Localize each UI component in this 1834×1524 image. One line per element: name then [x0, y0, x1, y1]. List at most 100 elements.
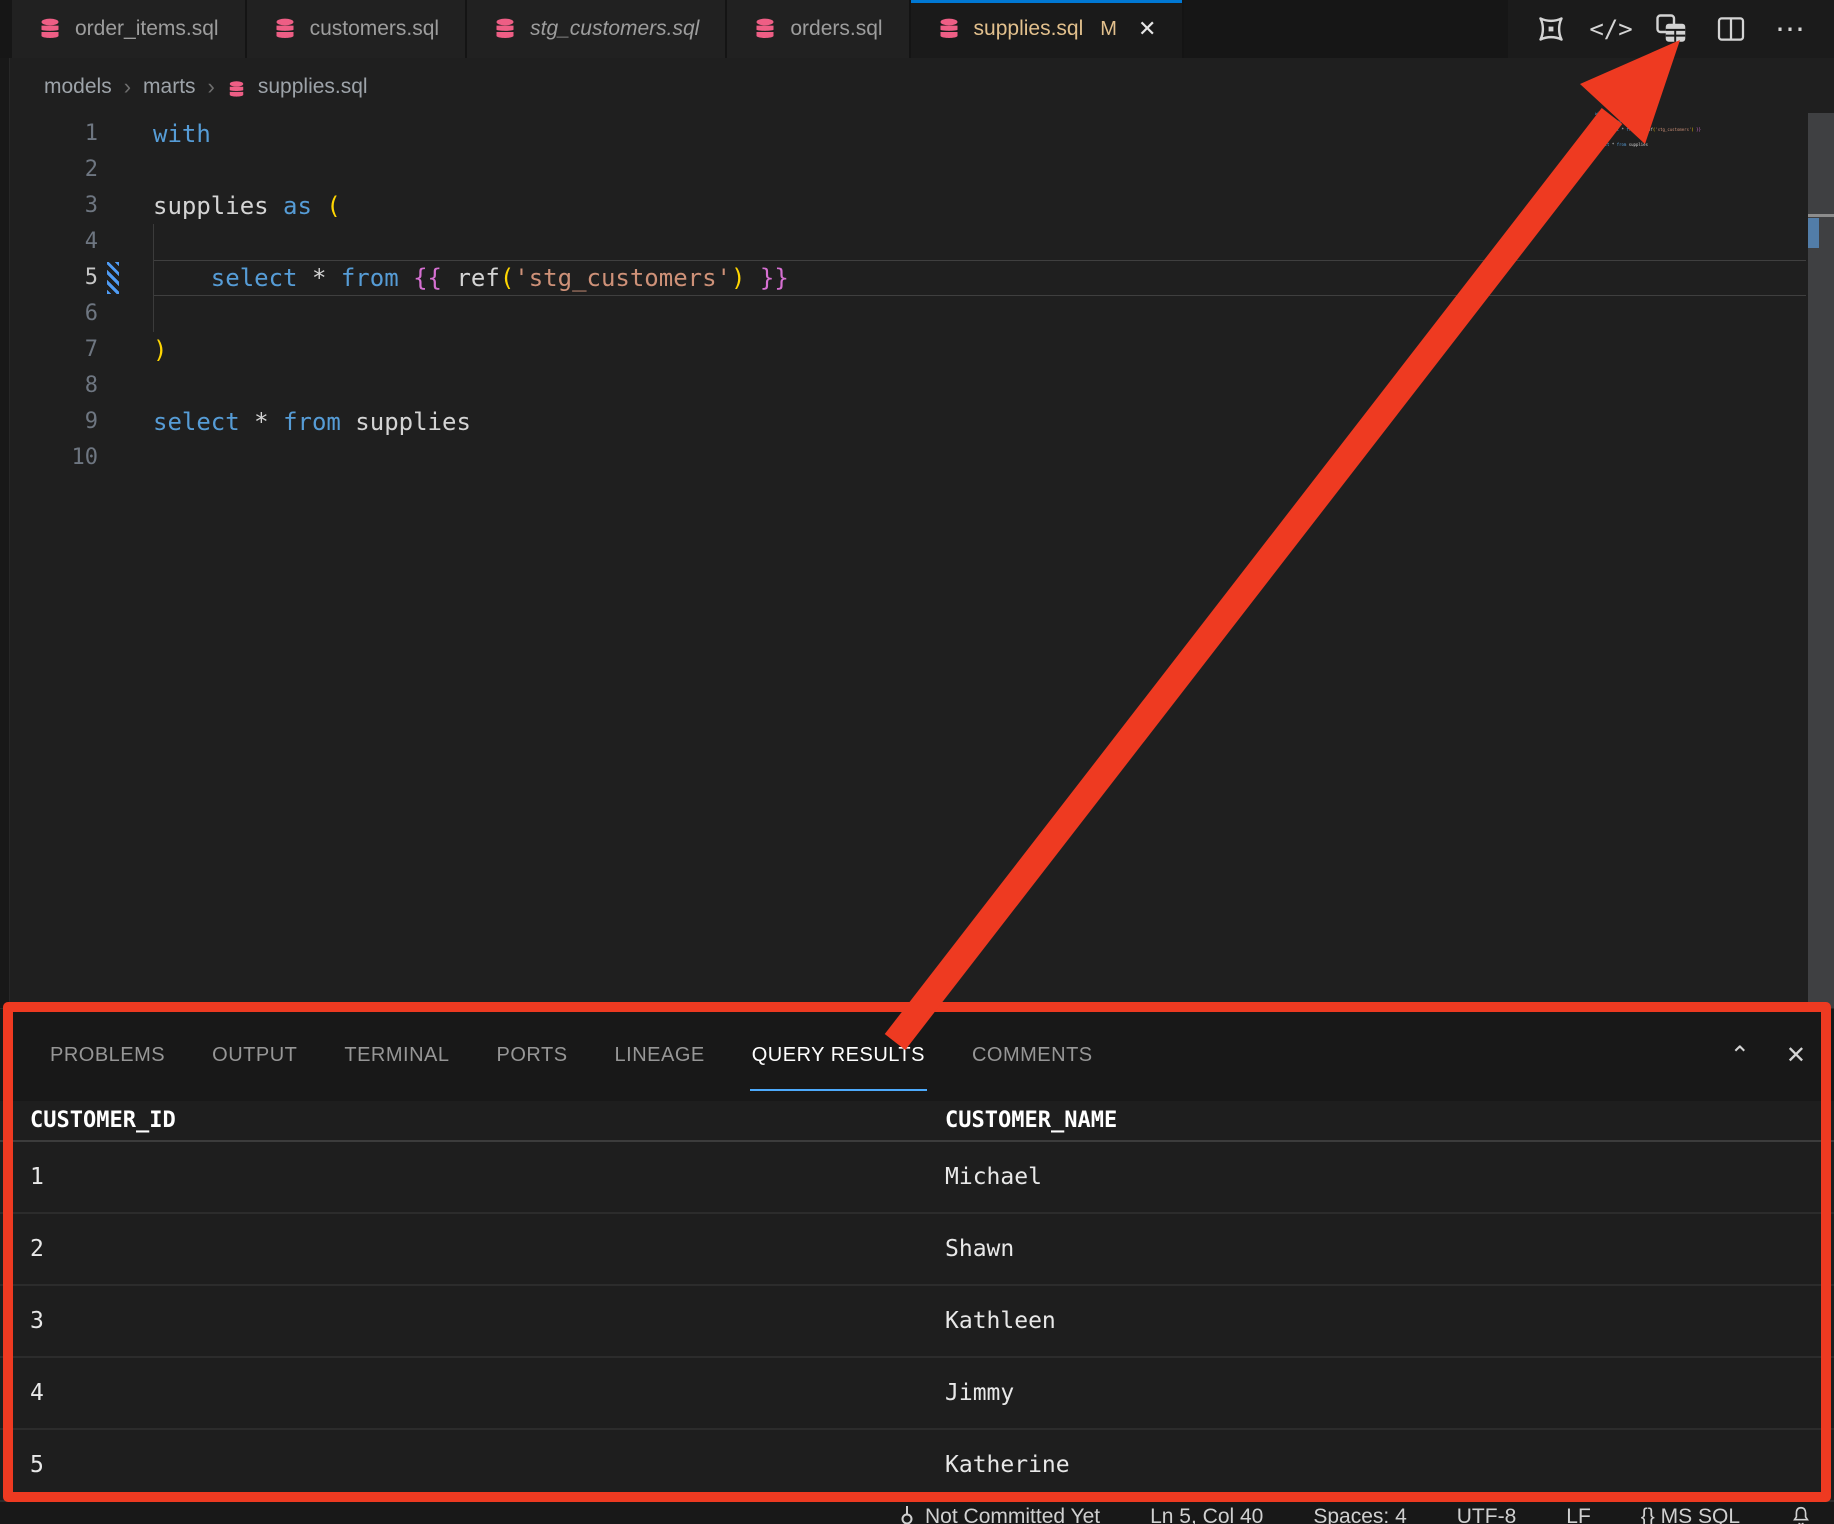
code-token: with [153, 120, 211, 148]
more-actions-glyph: ⋯ [1775, 12, 1807, 47]
bottom-panel: PROBLEMS OUTPUT TERMINAL PORTS LINEAGE QUERY … [0, 1008, 1834, 1502]
code-preview-icon[interactable]: </> [1586, 6, 1636, 52]
status-label: {} MS SQL [1641, 1505, 1740, 1524]
table-cell: Michael [945, 1164, 1834, 1190]
code-token: select [153, 408, 240, 436]
gutter-row: 9 [10, 404, 153, 440]
line-number: 6 [10, 296, 98, 332]
column-header: CUSTOMER_ID [30, 1108, 945, 1133]
database-icon [937, 17, 961, 41]
status-item-lf[interactable]: LF [1566, 1505, 1591, 1524]
panel-tab-bar: PROBLEMS OUTPUT TERMINAL PORTS LINEAGE QUERY … [0, 1009, 1834, 1101]
status-label: Spaces: 4 [1313, 1505, 1406, 1524]
split-editor-icon[interactable] [1706, 6, 1756, 52]
line-number: 2 [10, 152, 98, 188]
code-token: ( [326, 192, 340, 220]
panel-tab-problems[interactable]: PROBLEMS [50, 1009, 165, 1101]
code-line[interactable] [153, 224, 1806, 260]
close-icon[interactable]: ✕ [1138, 16, 1156, 42]
overview-ruler-cursor-marker [1808, 214, 1834, 217]
query-results-icon[interactable] [1646, 6, 1696, 52]
code-line[interactable] [153, 296, 1806, 332]
gutter-row: 10 [10, 440, 153, 476]
table-row: 2Shawn [0, 1214, 1834, 1286]
status-label: Ln 5, Col 40 [1150, 1505, 1263, 1524]
tab-bar-tabs: order_items.sql customers.sql stg_customer… [12, 0, 1184, 58]
line-number: 1 [10, 116, 98, 152]
code-token: {{ [413, 264, 442, 292]
status-item-not-committed-yet[interactable]: Not Committed Yet [897, 1505, 1100, 1524]
line-number: 3 [10, 188, 98, 224]
status-item-bell[interactable] [1790, 1505, 1812, 1524]
code-token: supplies [341, 408, 471, 436]
table-row: 5Katherine [0, 1430, 1834, 1502]
panel-tab-lineage[interactable]: LINEAGE [615, 1009, 705, 1101]
code-token: as [283, 192, 312, 220]
code-line[interactable]: supplies as ( [153, 188, 1806, 224]
breadcrumb-file[interactable]: supplies.sql [258, 75, 368, 99]
code-line[interactable]: with [153, 116, 1806, 152]
git-modified-gutter-marker [107, 262, 119, 294]
gutter-row: 1 [10, 116, 153, 152]
editor-code-area: with supplies as ( select * from {{ ref('… [153, 116, 1806, 476]
panel-tab-terminal[interactable]: TERMINAL [344, 1009, 449, 1101]
tab-stg_customers.sql[interactable]: stg_customers.sql [467, 0, 727, 58]
breadcrumb-item-models[interactable]: models [44, 75, 112, 99]
panel-tab-query-results[interactable]: QUERY RESULTS [752, 1009, 925, 1101]
code-line[interactable] [153, 440, 1806, 476]
status-label: UTF-8 [1457, 1505, 1517, 1524]
breadcrumb-item-marts[interactable]: marts [143, 75, 196, 99]
database-icon [493, 17, 517, 41]
chevron-up-icon[interactable]: ⌃ [1730, 1041, 1750, 1070]
tab-customers.sql[interactable]: customers.sql [247, 0, 468, 58]
more-actions-icon[interactable]: ⋯ [1766, 6, 1816, 52]
table-cell: Kathleen [945, 1308, 1834, 1334]
code-preview-glyph: </> [1589, 15, 1632, 43]
status-item-ln-5-col-40[interactable]: Ln 5, Col 40 [1150, 1505, 1263, 1524]
code-line[interactable]: select * from supplies [153, 404, 1806, 440]
code-token: from [283, 408, 341, 436]
tab-supplies.sql[interactable]: supplies.sqlM✕ [911, 0, 1185, 58]
gutter-row: 5 [10, 260, 153, 296]
code-line[interactable]: ) [153, 332, 1806, 368]
status-bar: Not Committed Yet Ln 5, Col 40 Spaces: 4 UT… [0, 1502, 1834, 1524]
tab-order_items.sql[interactable]: order_items.sql [12, 0, 247, 58]
editor-left-edge [0, 58, 10, 1008]
panel-tab-output[interactable]: OUTPUT [212, 1009, 297, 1101]
panel-tab-comments[interactable]: COMMENTS [972, 1009, 1093, 1101]
code-token [312, 192, 326, 220]
tab-orders.sql[interactable]: orders.sql [727, 0, 910, 58]
status-item-spaces-4[interactable]: Spaces: 4 [1313, 1505, 1406, 1524]
table-row: 4Jimmy [0, 1358, 1834, 1430]
table-cell: Katherine [945, 1452, 1834, 1478]
tab-label: stg_customers.sql [530, 17, 699, 41]
status-item--ms-sql[interactable]: {} MS SQL [1641, 1505, 1740, 1524]
column-header: CUSTOMER_NAME [945, 1108, 1834, 1133]
code-line[interactable] [153, 152, 1806, 188]
status-item-utf-8[interactable]: UTF-8 [1457, 1505, 1517, 1524]
minimap[interactable]: with supplies as ( select * from {{ ref(… [1595, 112, 1805, 151]
tab-bar: order_items.sql customers.sql stg_customer… [0, 0, 1834, 58]
line-number: 9 [10, 404, 98, 440]
table-cell: 2 [30, 1236, 945, 1262]
code-token: ( [500, 264, 514, 292]
line-number: 10 [10, 440, 98, 476]
breadcrumb: models›marts›supplies.sql [10, 58, 1834, 116]
gutter-row: 6 [10, 296, 153, 332]
code-line[interactable]: select * from {{ ref('stg_customers') }} [153, 260, 1806, 296]
indent-guide [153, 296, 154, 332]
table-cell: 1 [30, 1164, 945, 1190]
tab-label: customers.sql [310, 17, 440, 41]
line-number: 8 [10, 368, 98, 404]
dbt-icon[interactable] [1526, 6, 1576, 52]
code-line[interactable] [153, 368, 1806, 404]
editor-gutter: 12345678910 [10, 116, 153, 476]
panel-close-icon[interactable]: ✕ [1786, 1041, 1806, 1070]
code-editor[interactable]: 12345678910 withsupplies as ( select * f… [10, 116, 1834, 1008]
code-token: }} [760, 264, 789, 292]
table-cell: 5 [30, 1452, 945, 1478]
query-results-table: CUSTOMER_IDCUSTOMER_NAME1Michael2Shawn3K… [0, 1101, 1834, 1502]
panel-tab-ports[interactable]: PORTS [497, 1009, 568, 1101]
editor-actions: </> ⋯ [1508, 0, 1834, 58]
minimap-line [1595, 147, 1805, 151]
